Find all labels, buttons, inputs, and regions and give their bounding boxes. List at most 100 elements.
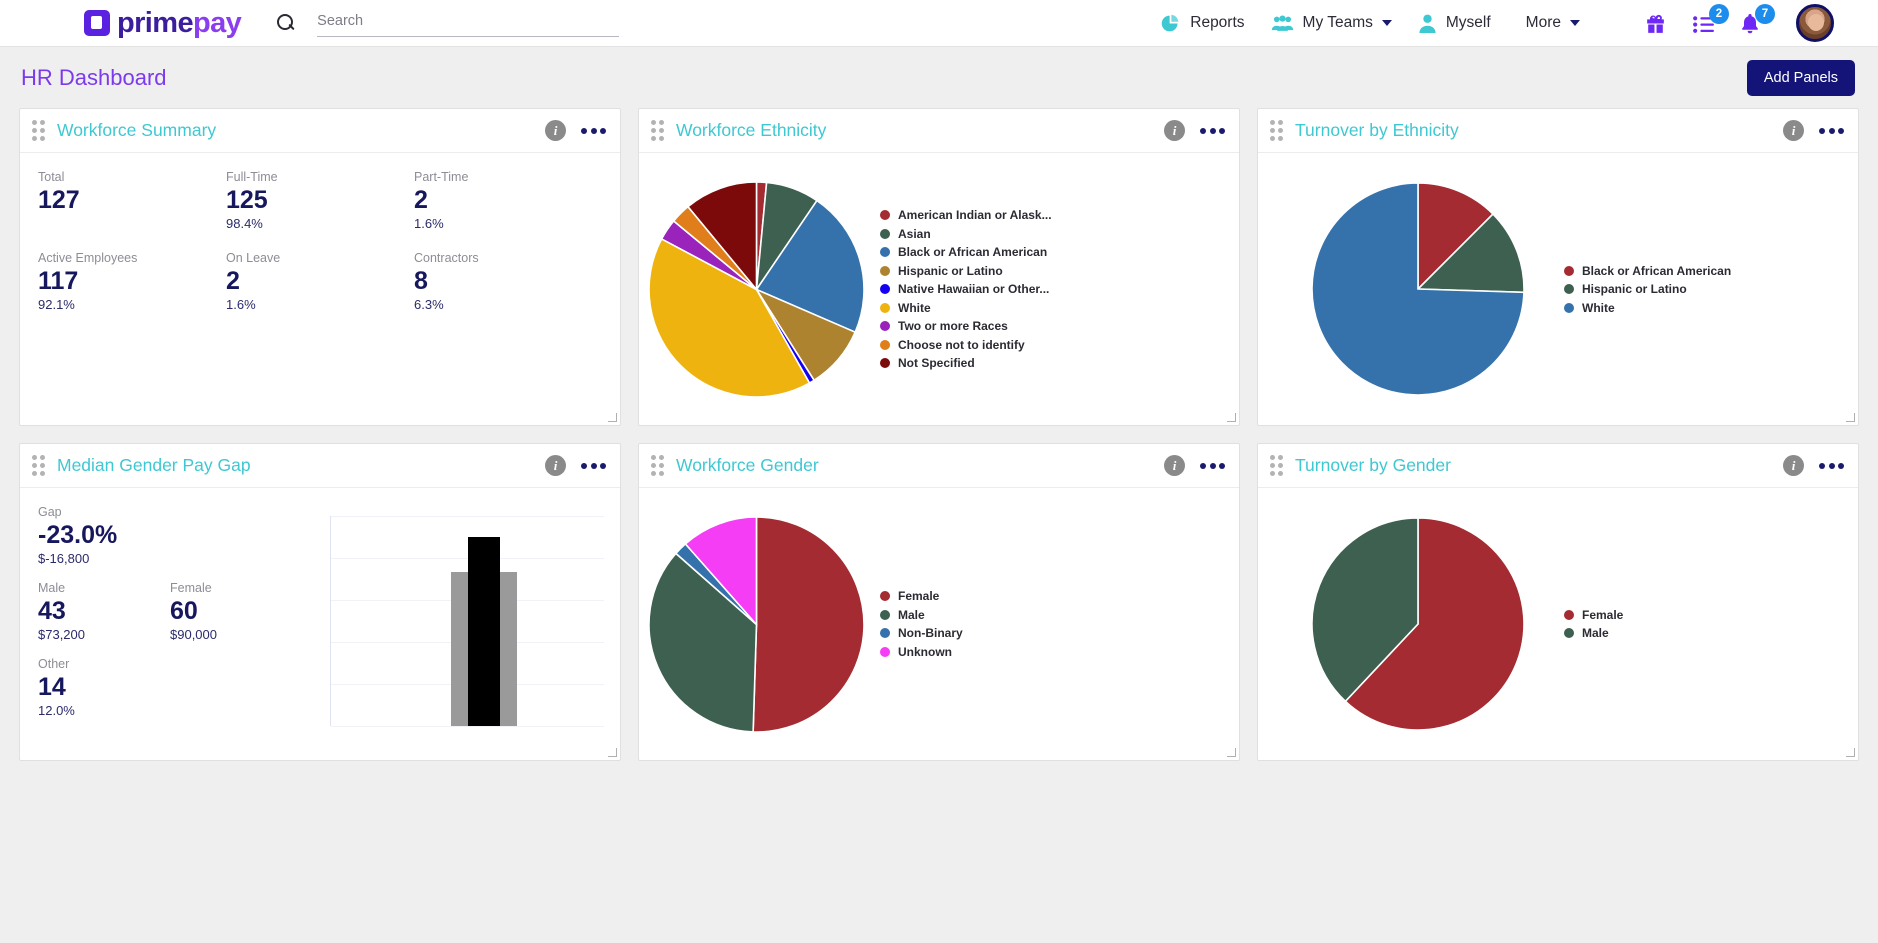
bar-female[interactable] [468, 537, 501, 726]
panel-body: Total 127 Full-Time 125 98.4% Part-Time … [20, 153, 620, 425]
tasks-list-icon[interactable]: 2 [1691, 11, 1716, 36]
resize-handle[interactable] [1846, 413, 1855, 422]
stat-block: Male 43 $73,200 [38, 581, 170, 642]
legend-item[interactable]: Female [880, 589, 963, 603]
legend-swatch-icon [880, 229, 890, 239]
chevron-down-icon[interactable] [1570, 20, 1580, 26]
legend-label: Black or African American [1582, 264, 1731, 278]
resize-handle[interactable] [1846, 748, 1855, 757]
stat-label: Active Employees [38, 251, 226, 265]
pay-gap-stats: Gap -23.0% $-16,800 Male 43 $73,200 Fema… [20, 488, 320, 760]
gridline [331, 726, 604, 727]
pie-slice[interactable] [753, 517, 864, 732]
avatar[interactable] [1796, 4, 1834, 42]
drag-handle-icon[interactable] [32, 120, 45, 141]
legend-item[interactable]: Male [880, 608, 963, 622]
stat-label: Female [170, 581, 302, 595]
panel-menu-icon[interactable] [1819, 128, 1844, 134]
stat-block: Gap -23.0% $-16,800 [38, 505, 302, 566]
legend-item[interactable]: Two or more Races [880, 319, 1052, 333]
primepay-logo[interactable]: primepay [84, 7, 241, 40]
stat-subvalue: $90,000 [170, 627, 302, 642]
chart-legend: Female Male Non-Binary Unknown [880, 589, 963, 659]
legend-item[interactable]: Black or African American [880, 245, 1052, 259]
drag-handle-icon[interactable] [651, 455, 664, 476]
legend-swatch-icon [880, 303, 890, 313]
panel-menu-icon[interactable] [1200, 128, 1225, 134]
panel-menu-icon[interactable] [581, 128, 606, 134]
legend-swatch-icon [880, 610, 890, 620]
info-icon[interactable]: i [1164, 455, 1185, 476]
panel-body: Female Male [1258, 488, 1858, 760]
info-icon[interactable]: i [545, 120, 566, 141]
legend-item[interactable]: Female [1564, 608, 1623, 622]
legend-item[interactable]: Black or African American [1564, 264, 1731, 278]
nav-item-reports[interactable]: Reports [1160, 13, 1244, 34]
panel-turnover-by-ethnicity: Turnover by Ethnicity i Black or African… [1257, 108, 1859, 426]
legend-item[interactable]: Asian [880, 227, 1052, 241]
legend-item[interactable]: Not Specified [880, 356, 1052, 370]
legend-item[interactable]: White [1564, 301, 1731, 315]
nav-item-my-teams[interactable]: My Teams [1271, 13, 1392, 34]
legend-swatch-icon [1564, 266, 1574, 276]
panel-header: Median Gender Pay Gap i [20, 444, 620, 488]
info-icon[interactable]: i [545, 455, 566, 476]
drag-handle-icon[interactable] [1270, 455, 1283, 476]
resize-handle[interactable] [1227, 748, 1236, 757]
legend-label: White [898, 301, 931, 315]
resize-handle[interactable] [608, 413, 617, 422]
drag-handle-icon[interactable] [32, 455, 45, 476]
legend-item[interactable]: Unknown [880, 645, 963, 659]
info-icon[interactable]: i [1783, 120, 1804, 141]
info-icon[interactable]: i [1783, 455, 1804, 476]
info-icon[interactable]: i [1164, 120, 1185, 141]
tasks-badge: 2 [1709, 4, 1729, 24]
pie-chart [649, 517, 864, 732]
nav-item-more[interactable]: More [1517, 14, 1580, 32]
panel-body: Gap -23.0% $-16,800 Male 43 $73,200 Fema… [20, 488, 620, 760]
panel-menu-icon[interactable] [1200, 463, 1225, 469]
legend-item[interactable]: Hispanic or Latino [1564, 282, 1731, 296]
drag-handle-icon[interactable] [1270, 120, 1283, 141]
stat-subvalue: $-16,800 [38, 551, 302, 566]
legend-label: Asian [898, 227, 931, 241]
stat-subvalue: 1.6% [226, 297, 414, 312]
stat-value: 14 [38, 674, 302, 701]
nav-item-myself[interactable]: Myself [1418, 13, 1491, 34]
logo-prime-text: prime [117, 7, 193, 39]
nav-right-group: Reports My Teams Myself More 2 [1134, 4, 1834, 42]
add-panels-button[interactable]: Add Panels [1747, 60, 1855, 96]
pie-chart [1312, 518, 1524, 730]
legend-swatch-icon [1564, 284, 1574, 294]
panel-menu-icon[interactable] [581, 463, 606, 469]
chevron-down-icon[interactable] [1382, 20, 1392, 26]
legend-item[interactable]: Male [1564, 626, 1623, 640]
legend-item[interactable]: Choose not to identify [880, 338, 1052, 352]
resize-handle[interactable] [1227, 413, 1236, 422]
panel-workforce-summary: Workforce Summary i Total 127 Full-Time … [19, 108, 621, 426]
resize-handle[interactable] [608, 748, 617, 757]
legend-item[interactable]: American Indian or Alask... [880, 208, 1052, 222]
legend-swatch-icon [880, 247, 890, 257]
stat-label: On Leave [226, 251, 414, 265]
search-input[interactable] [317, 10, 619, 37]
stat-value: 60 [170, 598, 302, 625]
legend-item[interactable]: White [880, 301, 1052, 315]
legend-swatch-icon [880, 358, 890, 368]
legend-label: Female [898, 589, 939, 603]
gift-icon[interactable] [1642, 11, 1669, 36]
panel-title-median-gender-pay-gap: Median Gender Pay Gap [57, 455, 251, 476]
stat-block: On Leave 2 1.6% [226, 251, 414, 312]
legend-label: American Indian or Alask... [898, 208, 1052, 222]
bell-icon[interactable]: 7 [1738, 11, 1762, 36]
legend-swatch-icon [880, 340, 890, 350]
legend-item[interactable]: Hispanic or Latino [880, 264, 1052, 278]
drag-handle-icon[interactable] [651, 120, 664, 141]
stat-value: -23.0% [38, 522, 302, 549]
panel-menu-icon[interactable] [1819, 463, 1844, 469]
legend-item[interactable]: Non-Binary [880, 626, 963, 640]
legend-item[interactable]: Native Hawaiian or Other... [880, 282, 1052, 296]
search-icon[interactable] [273, 11, 297, 35]
stat-label: Gap [38, 505, 302, 519]
nav-label-more: More [1526, 14, 1561, 32]
